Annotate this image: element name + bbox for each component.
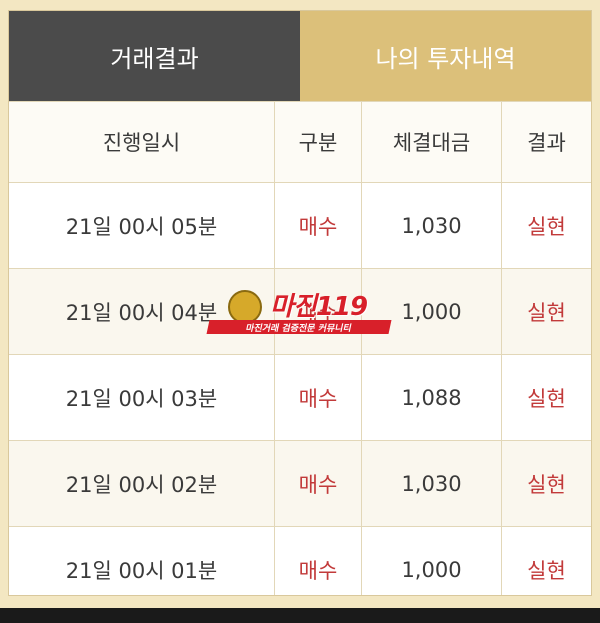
row-time: 21일 00시 04분	[9, 269, 275, 354]
header-amount: 체결대금	[362, 102, 502, 182]
row-amount: 1,000	[362, 269, 502, 354]
header-result: 결과	[527, 131, 566, 155]
row-time: 21일 00시 03분	[9, 355, 275, 440]
row-time: 21일 00시 02분	[9, 441, 275, 526]
row-result: 실현	[527, 472, 566, 497]
tab-my-investments[interactable]: 나의 투자내역	[300, 11, 591, 101]
table-row: 21일 00시 05분 매수 1,030 실현	[9, 182, 591, 268]
row-amount: 1,030	[362, 183, 502, 268]
row-type: 매수	[275, 441, 362, 526]
row-time: 21일 00시 01분	[9, 527, 275, 595]
row-result: 실현	[527, 386, 566, 411]
bottom-bar	[0, 608, 600, 623]
row-amount: 1,030	[362, 441, 502, 526]
row-type: 매수	[275, 183, 362, 268]
tab-bar: 거래결과 나의 투자내역	[9, 11, 591, 101]
row-amount: 1,000	[362, 527, 502, 595]
table-header-row: 진행일시 구분 체결대금 결과	[9, 101, 591, 182]
row-time: 21일 00시 05분	[9, 183, 275, 268]
trade-panel: 거래결과 나의 투자내역 진행일시 구분 체결대금 결과 21일 00시 05분…	[8, 10, 592, 596]
table-row: 21일 00시 03분 매수 1,088 실현	[9, 354, 591, 440]
tab-trade-results[interactable]: 거래결과	[9, 11, 300, 101]
row-type: 매수	[275, 527, 362, 595]
table-row: 21일 00시 01분 매수 1,000 실현	[9, 526, 591, 595]
row-type: 매수	[275, 269, 362, 354]
row-result: 실현	[527, 214, 566, 239]
row-result: 실현	[527, 558, 566, 583]
results-table: 진행일시 구분 체결대금 결과 21일 00시 05분 매수 1,030 실현 …	[9, 101, 591, 595]
row-result: 실현	[527, 300, 566, 325]
header-type: 구분	[275, 102, 362, 182]
row-amount: 1,088	[362, 355, 502, 440]
header-time: 진행일시	[9, 102, 275, 182]
table-row: 21일 00시 04분 매수 1,000 실현	[9, 268, 591, 354]
table-row: 21일 00시 02분 매수 1,030 실현	[9, 440, 591, 526]
row-type: 매수	[275, 355, 362, 440]
